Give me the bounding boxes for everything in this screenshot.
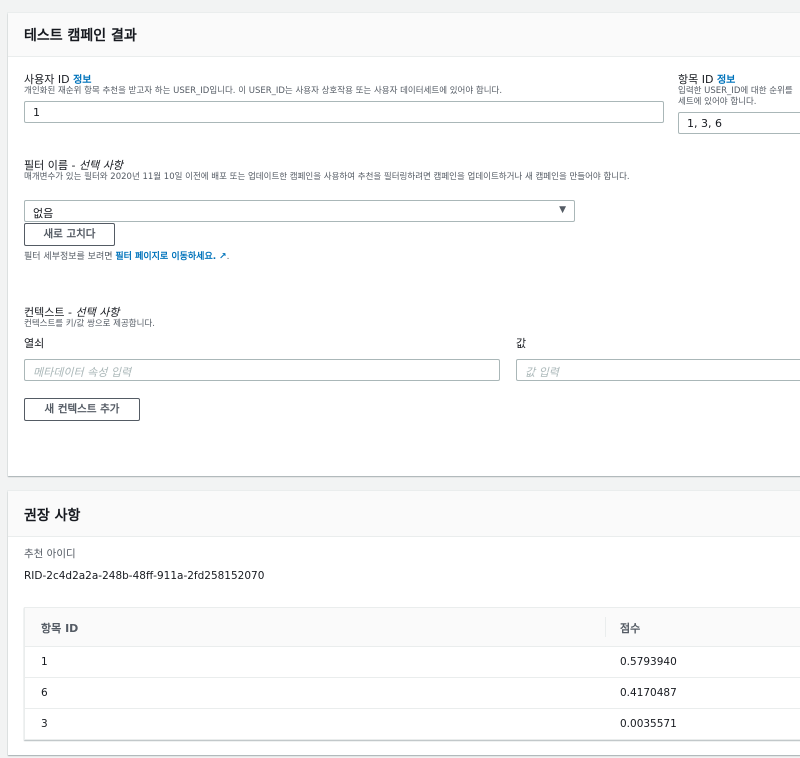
optional-text: 선택 사항 (75, 306, 120, 319)
item-id-description: 입력한 USER_ID에 대한 순위를 세트에 있어야 합니다. (678, 86, 793, 108)
filter-selected-value: 없음 (33, 207, 54, 220)
column-divider (605, 617, 606, 637)
label-text: 컨텍스트 - (24, 306, 76, 319)
user-id-input[interactable]: 1 (24, 101, 664, 123)
score-cell: 0.5793940 (620, 656, 677, 668)
optional-text: 선택 사항 (78, 159, 123, 172)
context-key-input[interactable]: 메타데이터 속성 입력 (24, 359, 500, 381)
desc-line: 입력한 USER_ID에 대한 순위를 (678, 86, 793, 96)
key-label: 열쇠 (24, 337, 45, 350)
table-row: 6 0.4170487 (25, 677, 800, 708)
table-row: 1 0.5793940 (25, 646, 800, 677)
filter-description: 매개변수가 있는 필터와 2020년 11월 10일 이전에 배포 또는 업데이… (24, 172, 630, 182)
filter-select[interactable]: 없음 ▼ (24, 200, 575, 222)
panel-title: 테스트 캠페인 결과 (8, 13, 800, 57)
external-link-icon[interactable]: ↗ (219, 252, 227, 262)
score-cell: 0.4170487 (620, 687, 677, 699)
desc-line: 세트에 있어야 합니다. (678, 97, 757, 107)
context-value-input[interactable]: 값 입력 (516, 359, 800, 381)
filter-name-label: 필터 이름 - 선택 사항 (24, 157, 123, 173)
hint-end: . (226, 252, 230, 262)
test-campaign-results-panel: 테스트 캠페인 결과 사용자 ID 정보 개인화된 재순위 항목 추천을 받고자… (8, 13, 800, 476)
user-id-description: 개인화된 재순위 항목 추천을 받고자 하는 USER_ID입니다. 이 USE… (24, 86, 503, 96)
filter-page-link[interactable]: 필터 페이지로 이동하세요. (115, 252, 216, 262)
context-description: 컨텍스트를 키/값 쌍으로 제공합니다. (24, 319, 155, 329)
item-id-cell: 3 (41, 718, 48, 730)
table-header: 항목 ID 점수 (25, 608, 800, 646)
recommendations-panel: 권장 사항 추천 아이디 RID-2c4d2a2a-248b-48ff-911a… (8, 491, 800, 755)
value-label: 값 (516, 337, 527, 350)
refresh-button[interactable]: 새로 고치다 (24, 223, 115, 246)
score-cell: 0.0035571 (620, 718, 677, 730)
item-id-label: 항목 ID 정보 (678, 71, 735, 87)
item-ids-input[interactable]: 1, 3, 6 (678, 112, 800, 134)
add-context-button[interactable]: 새 컨텍스트 추가 (24, 398, 140, 421)
label-text: 사용자 ID (24, 73, 70, 86)
item-id-cell: 6 (41, 687, 48, 699)
hint-text: 필터 세부정보를 보려면 (24, 252, 116, 262)
caret-down-icon: ▼ (559, 205, 566, 215)
filter-hint: 필터 세부정보를 보려면 필터 페이지로 이동하세요. ↗. (24, 252, 229, 263)
context-label: 컨텍스트 - 선택 사항 (24, 304, 119, 320)
table-row: 3 0.0035571 (25, 708, 800, 739)
recommendation-id-label: 추천 아이디 (24, 548, 76, 560)
item-id-info-link[interactable]: 정보 (717, 75, 735, 86)
label-text: 항목 ID (678, 73, 714, 86)
user-id-info-link[interactable]: 정보 (73, 75, 91, 86)
column-header-score[interactable]: 점수 (620, 620, 640, 636)
column-header-item-id[interactable]: 항목 ID (41, 620, 78, 636)
panel-title: 권장 사항 (8, 491, 800, 537)
recommendations-table: 항목 ID 점수 1 0.5793940 6 0.4170487 3 0.003557… (24, 607, 800, 740)
item-id-cell: 1 (41, 656, 48, 668)
recommendation-id-value: RID-2c4d2a2a-248b-48ff-911a-2fd258152070 (24, 570, 265, 582)
label-text: 필터 이름 - (24, 159, 79, 172)
user-id-label: 사용자 ID 정보 (24, 71, 91, 87)
